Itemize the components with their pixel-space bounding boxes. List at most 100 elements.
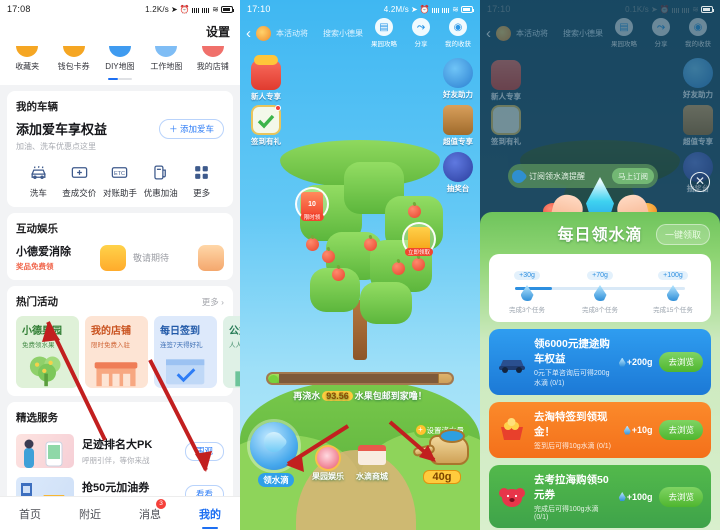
hot-activities-more[interactable]: 更多 › — [202, 296, 224, 308]
search-hint[interactable]: 搜索小德果 — [323, 28, 363, 39]
side-icon-label: 新人专享 — [491, 92, 521, 101]
apple-fruit[interactable] — [412, 258, 425, 271]
one-key-collect-button[interactable]: 一键领取 — [655, 224, 710, 245]
quick-entry-my-shop[interactable]: 我的店铺 — [191, 46, 235, 72]
service-etc-helper[interactable]: ETC 对账助手 — [100, 163, 141, 199]
service-action-button[interactable]: 围观 — [184, 441, 224, 461]
match3-game-icon[interactable] — [100, 244, 126, 271]
share-icon: ⤳ — [652, 18, 670, 36]
hot-card-daily-checkin[interactable]: 每日签到 连签7天得好礼 — [154, 316, 217, 388]
signal-icon-2 — [442, 5, 451, 13]
water-shop-button[interactable]: 水滴商城 — [350, 441, 394, 482]
service-title: 抢50元加油券 — [82, 482, 150, 494]
header-action-guide[interactable]: ▤ 果园攻略 — [368, 18, 400, 48]
coupon-cta[interactable]: 限时领 — [300, 213, 324, 221]
progress-knob — [269, 375, 278, 383]
header-action-share[interactable]: ⤳ 分享 — [405, 18, 437, 48]
milestone-2[interactable]: +70g 完成8个任务 — [572, 264, 628, 314]
hot-card-title: 我的店铺 — [91, 326, 131, 337]
side-icon-checkin[interactable]: 签到有礼 — [246, 105, 286, 147]
service-price-check[interactable]: 查成交价 — [59, 163, 100, 199]
milestone-1[interactable]: +30g 完成3个任务 — [499, 264, 555, 314]
coupon-bubble-claim[interactable]: 立即领取 — [402, 222, 436, 256]
milestone-3[interactable]: +100g 完成15个任务 — [645, 264, 701, 314]
watering-can-button[interactable]: 40g — [410, 427, 474, 485]
tab-mine[interactable]: 我的 — [180, 506, 240, 529]
tab-messages[interactable]: 消息 3 — [120, 498, 180, 522]
calendar-check-icon — [166, 359, 205, 385]
side-icon-label: 超值专享 — [443, 137, 473, 146]
close-icon[interactable]: ✕ — [690, 172, 710, 192]
task-row-kaola-coupon[interactable]: 去考拉海购领50元券 完成后可得100g水滴 (0/1) +100g 去浏览 — [489, 465, 711, 528]
lottery-icon — [443, 152, 473, 182]
service-more[interactable]: 更多 — [181, 163, 222, 199]
service-fuel-discount[interactable]: 优惠加油 — [140, 163, 181, 199]
service-car-wash[interactable]: 洗车 — [18, 163, 59, 199]
water-drop-icon — [520, 285, 534, 301]
entertainment-title: 小德爱消除 — [16, 246, 71, 258]
tree-illustration-icon — [29, 356, 61, 387]
wifi-icon: ≋ — [212, 4, 219, 14]
settings-button[interactable]: 设置 — [206, 23, 230, 40]
tab-home[interactable]: 首页 — [0, 506, 60, 522]
apple-fruit[interactable] — [306, 238, 319, 251]
collect-water-button[interactable]: 领水滴 — [250, 422, 302, 488]
daily-water-sheet: 每日领水滴 一键领取 +30g 完成3个任务 +70g 完成8个任务 +100g… — [480, 212, 720, 530]
hot-card-my-shop[interactable]: 我的店铺 限时免费入驻 — [85, 316, 148, 388]
sheet-header: 每日领水滴 一键领取 — [480, 212, 720, 254]
task-reward-label: +100g — [626, 491, 653, 502]
side-icon-lottery[interactable]: 抽奖台 — [438, 152, 478, 194]
apple-fruit[interactable] — [332, 268, 345, 281]
friends-icon — [683, 58, 713, 88]
tab-label: 附近 — [79, 508, 101, 521]
header-action-harvest[interactable]: ◉ 我的收获 — [442, 18, 474, 48]
quick-entry-label: 工作地图 — [150, 62, 183, 71]
hot-card-fruit-garden[interactable]: 小德果园 免费领水果 — [16, 316, 79, 388]
status-icons: 4.2M/s ➤ ⏰ ≋ — [384, 4, 474, 14]
task-row-taote-checkin[interactable]: 去淘特签到领现金！ 签到后可得10g水滴 (0/1) +10g 去浏览 — [489, 402, 711, 458]
megaphone-icon — [256, 25, 271, 41]
quick-entry-row[interactable]: 收藏夹 钱包卡券 DIY地图 工作地图 我的店铺 — [0, 44, 240, 78]
service-item-footprint-pk[interactable]: 足迹排名大PK 呼朋引伴，等你来战 围观 — [16, 434, 224, 468]
hot-activities-card: 热门活动 更多 › 小德果园 免费领水果 我的店铺 限时免费入驻 每日签到 连签… — [7, 286, 240, 396]
tab-nearby[interactable]: 附近 — [60, 506, 120, 522]
add-vehicle-button[interactable]: ＋ 添加爱车 — [159, 119, 224, 139]
coupon-bubble-timed[interactable]: 10 限时领 — [295, 187, 329, 221]
task-action-button[interactable]: 去浏览 — [659, 352, 703, 372]
quick-entry-work-map[interactable]: 工作地图 — [144, 46, 188, 72]
apple-fruit[interactable] — [392, 262, 405, 275]
side-icon-friend-boost[interactable]: 好友助力 — [438, 58, 478, 100]
back-button[interactable]: ‹ — [486, 26, 491, 41]
task-action-button[interactable]: 去浏览 — [659, 486, 703, 507]
status-bar-left: 17:08 1.2K/s ➤ ⏰ ≋ — [0, 0, 240, 18]
apple-fruit[interactable] — [322, 250, 335, 263]
task-row-car-benefit[interactable]: 领6000元捷途购车权益 0元下单咨询后可得200g水滴 (0/1) +200g… — [489, 329, 711, 395]
diy-map-icon — [108, 46, 131, 57]
garden-entertainment-button[interactable]: 果园娱乐 — [306, 445, 350, 482]
quick-entry-favorites[interactable]: 收藏夹 — [5, 46, 49, 72]
apple-fruit[interactable] — [408, 205, 421, 218]
tree-leaf-blob — [360, 282, 412, 324]
quick-entry-wallet[interactable]: 钱包卡券 — [52, 46, 96, 72]
quick-entry-diy-map[interactable]: DIY地图 — [98, 46, 142, 72]
water-drop-icon — [618, 492, 626, 501]
left-scroll-area[interactable]: 收藏夹 钱包卡券 DIY地图 工作地图 我的店铺 我的车辆 添加爱车享权益 加油… — [0, 44, 240, 530]
header-action-label: 我的收获 — [445, 41, 471, 48]
status-icons: 1.2K/s ➤ ⏰ ≋ — [145, 4, 234, 14]
mystery-game-icon[interactable] — [198, 244, 224, 271]
car-icon — [497, 349, 527, 375]
location-icon: ➤ — [411, 4, 418, 14]
side-icon-value-pack[interactable]: 超值专享 — [438, 105, 478, 147]
entertainment-item[interactable]: 小德爱消除 奖品免费领 — [16, 243, 100, 272]
coupon-cta[interactable]: 立即领取 — [404, 248, 434, 256]
task-reward: +10g — [623, 425, 652, 435]
apple-fruit[interactable] — [364, 238, 377, 251]
hot-activities-list[interactable]: 小德果园 免费领水果 我的店铺 限时免费入驻 每日签到 连签7天得好礼 公 人人 — [16, 316, 240, 388]
hot-card-charity[interactable]: 公益三... 人人参与 — [223, 316, 240, 388]
back-button[interactable]: ‹ — [246, 26, 251, 41]
signal-icon-1 — [192, 5, 201, 13]
svg-text:ETC: ETC — [114, 171, 125, 177]
side-icon-newcomer[interactable]: 新人专享 — [246, 55, 286, 102]
gift-icon — [491, 60, 521, 90]
task-action-button[interactable]: 去浏览 — [659, 420, 703, 440]
